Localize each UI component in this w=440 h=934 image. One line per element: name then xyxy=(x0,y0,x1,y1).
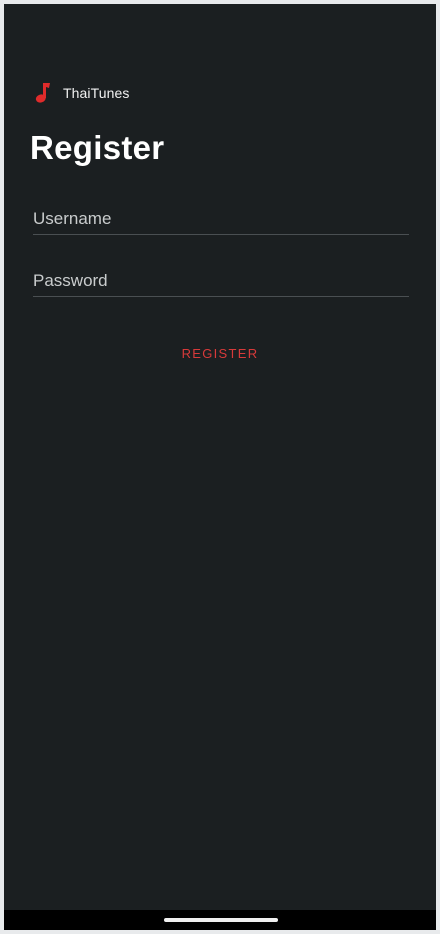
password-field-container xyxy=(33,266,409,297)
password-input[interactable] xyxy=(33,266,409,296)
app-brand: ThaiTunes xyxy=(34,80,130,106)
username-field-container xyxy=(33,204,409,235)
system-nav-bar xyxy=(4,910,436,930)
app-name: ThaiTunes xyxy=(63,85,130,101)
home-indicator[interactable] xyxy=(164,918,278,922)
page-title: Register xyxy=(30,129,165,166)
app-screen: ThaiTunes Register REGISTER xyxy=(4,4,436,930)
register-button[interactable]: REGISTER xyxy=(154,340,286,366)
music-note-icon xyxy=(34,81,52,105)
username-input[interactable] xyxy=(33,204,409,234)
